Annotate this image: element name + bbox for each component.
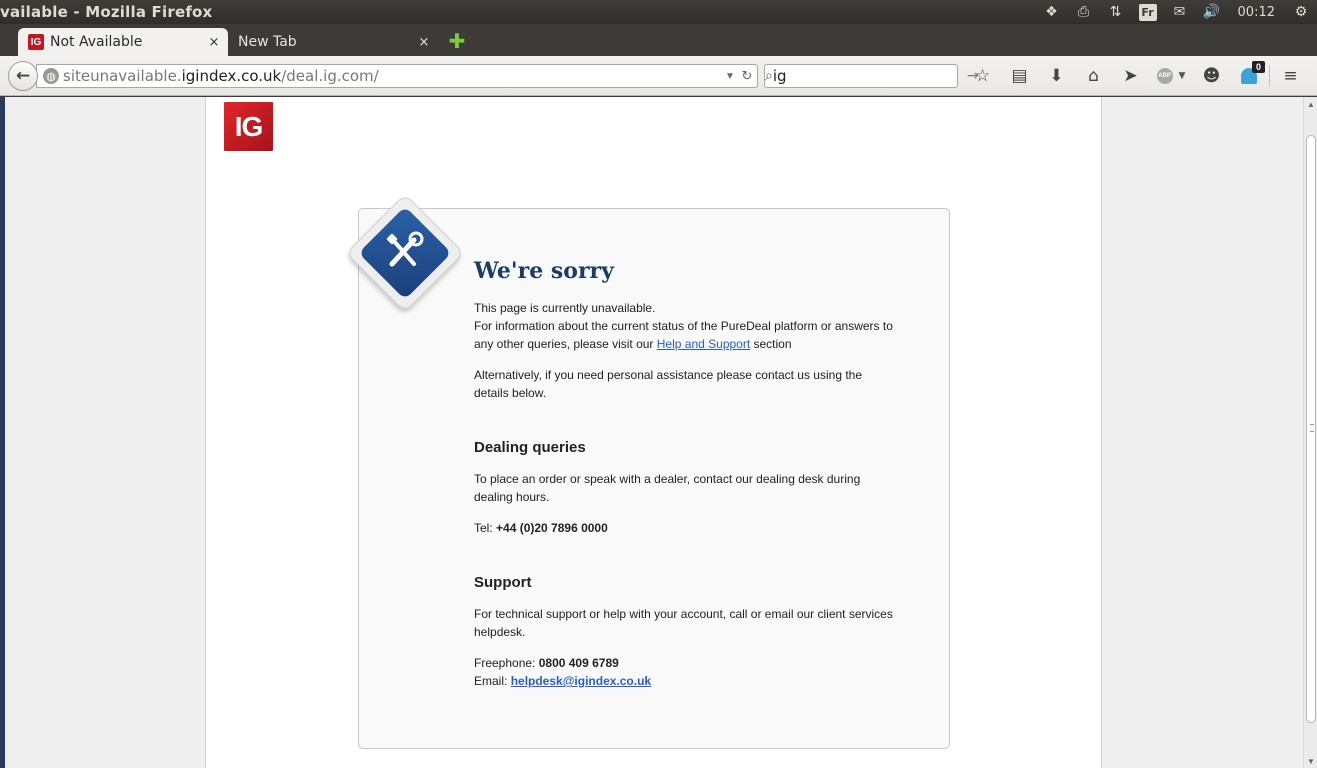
tab-strip: IG Not Available × New Tab × ✚ [0,24,1317,56]
intro-tail: section [750,337,792,351]
tab-not-available[interactable]: IG Not Available × [18,28,228,56]
url-domain: igindex.co.uk [181,67,282,85]
vertical-scrollbar[interactable]: ▲ ▼ [1303,97,1317,768]
maintenance-badge [345,193,465,313]
chat-icon[interactable]: ☻ [1193,62,1230,90]
tab-close-icon[interactable]: × [414,35,434,50]
system-tray: ❖ ⎙ ⇅ Fr ✉ 🔊 00:12 ⚙ [1036,0,1317,24]
menu-icon[interactable]: ≡ [1272,62,1309,90]
email-label: Email: [474,674,511,688]
keyboard-layout-label: Fr [1138,3,1157,21]
navigation-toolbar: ◍ siteunavailable.igindex.co.uk/deal.ig.… [0,56,1317,96]
send-icon[interactable]: ➤ [1112,62,1149,90]
dealing-tel: Tel: +44 (0)20 7896 0000 [474,519,894,537]
reading-list-icon[interactable]: ▤ [1001,62,1038,90]
ig-favicon-icon: IG [28,34,44,50]
printer-icon[interactable]: ⎙ [1068,0,1100,24]
adblock-plus-button[interactable]: ABP ▼ [1149,62,1193,90]
reload-icon[interactable]: ↻ [737,69,757,84]
adblock-icon: ABP [1156,68,1173,84]
tools-icon [386,231,424,267]
tab-close-icon[interactable]: × [204,35,224,50]
alternative-paragraph: Alternatively, if you need personal assi… [474,368,863,400]
url-bar[interactable]: ◍ siteunavailable.igindex.co.uk/deal.ig.… [36,64,758,88]
intro-paragraph: This page is currently unavailable. For … [474,299,894,353]
search-icon[interactable]: ⌕ [765,68,773,84]
window-title: vailable - Mozilla Firefox [0,3,213,21]
freephone-number: 0800 409 6789 [538,656,619,670]
volume-icon[interactable]: 🔊 [1196,0,1228,24]
intro-line-1: This page is currently unavailable. [474,301,656,315]
ghostery-count-badge: 0 [1252,61,1265,73]
tel-number: +44 (0)20 7896 0000 [496,521,608,535]
support-heading: Support [474,574,532,591]
url-text[interactable]: siteunavailable.igindex.co.uk/deal.ig.co… [63,67,723,85]
message-content: We're sorry This page is currently unava… [474,257,894,703]
power-icon[interactable]: ⚙ [1285,0,1317,24]
ghostery-button[interactable]: 0 [1230,61,1267,90]
dealing-queries-heading: Dealing queries [474,439,586,456]
top-panel: vailable - Mozilla Firefox ❖ ⎙ ⇅ Fr ✉ 🔊 … [0,0,1317,24]
scrollbar-thumb[interactable] [1306,135,1316,723]
dealing-text: To place an order or speak with a dealer… [474,472,861,504]
network-icon[interactable]: ⇅ [1100,0,1132,24]
url-path: /deal.ig.com/ [281,67,379,85]
tel-label: Tel: [474,521,497,535]
freephone-label: Freephone: [474,656,539,670]
keyboard-layout-indicator[interactable]: Fr [1132,0,1164,24]
clock[interactable]: 00:12 [1228,5,1285,20]
url-history-dropdown-icon[interactable]: ▼ [723,71,737,82]
tab-label: New Tab [238,34,297,50]
home-icon[interactable]: ⌂ [1075,62,1112,90]
tab-label: Not Available [50,34,143,50]
download-icon[interactable]: ⬇ [1038,62,1075,90]
toolbar-separator [1269,65,1270,87]
search-input[interactable] [772,67,967,85]
scroll-up-icon[interactable]: ▲ [1304,97,1317,111]
desktop-edge [0,97,5,768]
tab-new-tab[interactable]: New Tab × [228,28,438,56]
toolbar-icons: ☆ ▤ ⬇ ⌂ ➤ ABP ▼ ☻ 0 ≡ [964,61,1309,90]
page-container: IG We're sorry This page is currently un… [205,97,1102,768]
chevron-down-icon[interactable]: ▼ [1179,71,1186,81]
globe-icon[interactable]: ◍ [43,68,59,84]
support-text: For technical support or help with your … [474,607,893,639]
support-contacts: Freephone: 0800 409 6789 Email: helpdesk… [474,654,894,690]
new-tab-button[interactable]: ✚ [446,29,468,53]
page-viewport: IG We're sorry This page is currently un… [0,97,1317,768]
scroll-down-icon[interactable]: ▼ [1304,754,1317,768]
back-button[interactable]: ← [8,61,38,91]
ig-logo[interactable]: IG [224,102,273,151]
bookmark-star-icon[interactable]: ☆ [964,62,1001,90]
mail-icon[interactable]: ✉ [1164,0,1196,24]
search-bar[interactable]: ⌕ → [764,64,979,88]
url-subdomain: siteunavailable. [63,67,182,85]
dropbox-icon[interactable]: ❖ [1036,0,1068,24]
helpdesk-email-link[interactable]: helpdesk@igindex.co.uk [511,674,651,688]
help-and-support-link[interactable]: Help and Support [657,337,750,351]
page-title: We're sorry [474,258,614,284]
